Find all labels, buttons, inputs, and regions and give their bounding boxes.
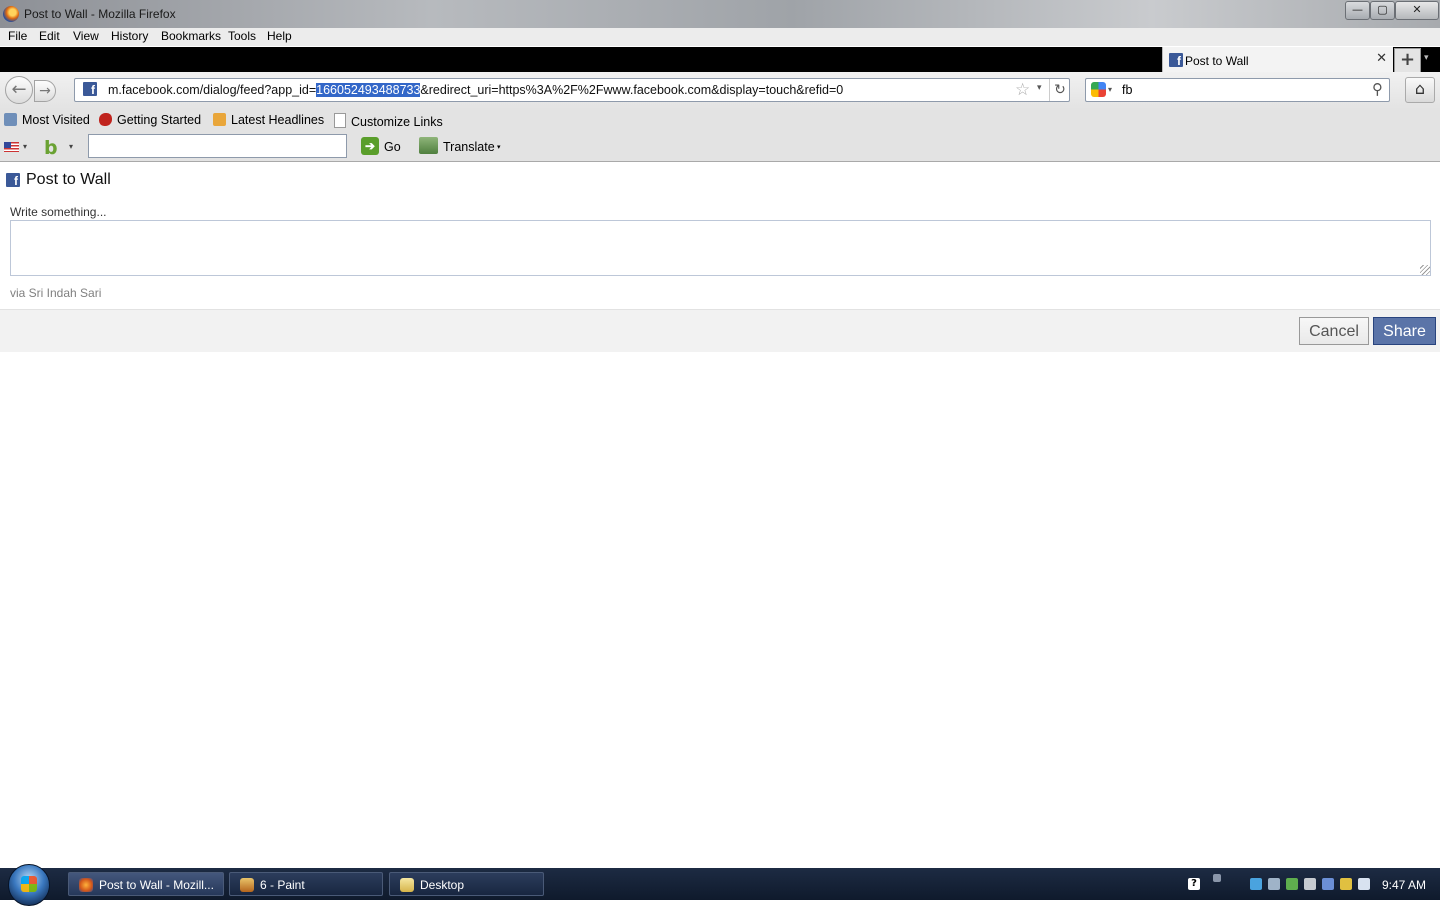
translate-dropdown-icon[interactable]: ▾ <box>497 143 501 151</box>
bookmark-getting-started[interactable]: Getting Started <box>99 113 201 127</box>
navigation-toolbar: ← → f m.facebook.com/dialog/feed?app_id=… <box>0 72 1440 109</box>
translate-icon[interactable] <box>419 137 438 154</box>
dialog-title: Post to Wall <box>26 171 111 188</box>
home-button[interactable]: ⌂ <box>1405 77 1435 103</box>
menu-file[interactable]: File <box>8 29 27 43</box>
post-message-textarea[interactable] <box>10 220 1431 276</box>
taskbar-clock[interactable]: 9:47 AM <box>1382 878 1426 892</box>
reload-icon[interactable]: ↻ <box>1049 79 1070 101</box>
back-arrow-icon: ← <box>11 79 27 100</box>
tab-list-chevron-icon[interactable]: ▾ <box>1424 53 1429 63</box>
toolbar-logo-dropdown-icon[interactable]: ▾ <box>69 142 73 151</box>
firefox-icon <box>3 6 19 22</box>
go-arrow-icon[interactable]: ➔ <box>361 137 379 155</box>
maximize-button[interactable]: ▢ <box>1370 1 1395 20</box>
volume-icon[interactable] <box>1304 878 1316 890</box>
search-bar[interactable]: ▾ fb ⚲ <box>1085 78 1390 102</box>
help-icon[interactable]: ? <box>1188 878 1200 890</box>
rss-feed-icon <box>213 113 226 126</box>
us-flag-icon[interactable] <box>4 142 19 152</box>
site-identity-facebook-icon[interactable]: f <box>83 82 97 97</box>
message-prompt-label: Write something... <box>10 205 107 219</box>
bookmark-star-icon[interactable]: ☆ <box>1015 80 1030 100</box>
forward-arrow-icon: → <box>39 83 51 99</box>
search-engine-dropdown-icon[interactable]: ▾ <box>1108 85 1112 94</box>
close-window-button[interactable]: ✕ <box>1395 1 1439 20</box>
addon-toolbar: ▾ b ▾ ➔ Go Translate ▾ <box>0 133 1440 162</box>
bookmark-label: Most Visited <box>22 113 90 127</box>
share-button[interactable]: Share <box>1373 317 1436 345</box>
google-search-engine-icon[interactable] <box>1091 82 1106 97</box>
menu-tools[interactable]: Tools <box>228 29 256 43</box>
facebook-logo-icon: f <box>6 173 20 188</box>
minimize-button[interactable]: — <box>1345 1 1370 20</box>
toolbar-search-input[interactable] <box>88 134 347 158</box>
home-icon: ⌂ <box>1414 79 1426 98</box>
url-selected-app-id: 166052493488733 <box>316 83 421 97</box>
menu-help[interactable]: Help <box>267 29 292 43</box>
forward-button[interactable]: → <box>34 80 56 102</box>
taskbar-item-label: 6 - Paint <box>260 878 305 892</box>
show-windows-icon[interactable] <box>1213 874 1221 882</box>
tray-app-icon[interactable] <box>1268 878 1280 890</box>
via-app-attribution: via Sri Indah Sari <box>10 286 102 300</box>
page-icon <box>334 113 346 128</box>
go-button[interactable]: Go <box>384 140 401 154</box>
textarea-resize-grip-icon[interactable] <box>1420 265 1430 275</box>
tab-close-icon[interactable]: ✕ <box>1376 51 1387 66</box>
translate-button[interactable]: Translate <box>443 140 495 154</box>
paint-icon <box>240 878 254 892</box>
bookmark-label: Getting Started <box>117 113 202 127</box>
taskbar-item-label: Post to Wall - Mozill... <box>99 878 214 892</box>
firefox-icon <box>79 878 93 892</box>
menu-bar: File Edit View History Bookmarks Tools H… <box>0 28 1440 46</box>
tray-app-icon[interactable] <box>1358 878 1370 890</box>
tab-title: Post to Wall <box>1185 54 1249 68</box>
toolbar-logo-icon[interactable]: b <box>44 137 58 159</box>
search-input[interactable]: fb <box>1122 83 1132 97</box>
back-button[interactable]: ← <box>5 76 33 104</box>
url-history-dropdown-icon[interactable]: ▾ <box>1037 83 1042 93</box>
new-tab-button[interactable]: + <box>1394 48 1421 73</box>
language-dropdown-icon[interactable]: ▾ <box>23 142 27 151</box>
window-title: Post to Wall - Mozilla Firefox <box>24 7 176 21</box>
bookmark-label: Latest Headlines <box>231 113 325 127</box>
menu-history[interactable]: History <box>111 29 148 43</box>
dialog-actions-bar: Cancel Share <box>0 309 1440 352</box>
menu-view[interactable]: View <box>73 29 99 43</box>
facebook-favicon-icon: f <box>1169 53 1183 68</box>
url-prefix: m.facebook.com/dialog/feed?app_id= <box>108 83 317 97</box>
bookmark-label: Customize Links <box>351 115 443 129</box>
window-title-bar[interactable]: Post to Wall - Mozilla Firefox — ▢ ✕ <box>0 0 1440 28</box>
search-magnifier-icon[interactable]: ⚲ <box>1372 80 1383 98</box>
url-suffix: &redirect_uri=https%3A%2F%2Fwww.facebook… <box>420 83 844 97</box>
menu-edit[interactable]: Edit <box>39 29 60 43</box>
bookmarks-toolbar: Most Visited Getting Started Latest Head… <box>0 109 1440 133</box>
menu-bookmarks[interactable]: Bookmarks <box>161 29 221 43</box>
taskbar-item-desktop[interactable]: Desktop <box>389 872 544 896</box>
bookmark-customize-links[interactable]: Customize Links <box>334 113 443 129</box>
windows-taskbar: Post to Wall - Mozill... 6 - Paint Deskt… <box>0 864 1440 906</box>
tab-post-to-wall[interactable]: f Post to Wall ✕ <box>1162 47 1393 72</box>
tab-strip: f Post to Wall ✕ + ▾ <box>0 47 1440 73</box>
cancel-button[interactable]: Cancel <box>1299 317 1369 345</box>
url-text[interactable]: m.facebook.com/dialog/feed?app_id=166052… <box>108 83 843 97</box>
taskbar-item-paint[interactable]: 6 - Paint <box>229 872 383 896</box>
bookmark-latest-headlines[interactable]: Latest Headlines <box>213 113 324 127</box>
taskbar-item-label: Desktop <box>420 878 465 892</box>
taskbar-item-firefox[interactable]: Post to Wall - Mozill... <box>68 872 224 896</box>
page-content: f Post to Wall Write something... via Sr… <box>0 162 1440 868</box>
tray-app-icon[interactable] <box>1322 878 1334 890</box>
network-icon[interactable] <box>1250 878 1262 890</box>
url-bar[interactable]: f m.facebook.com/dialog/feed?app_id=1660… <box>74 78 1070 102</box>
folder-icon <box>400 878 414 892</box>
most-visited-icon <box>4 113 17 126</box>
tray-app-icon[interactable] <box>1340 878 1352 890</box>
bookmark-most-visited[interactable]: Most Visited <box>4 113 90 127</box>
tray-app-icon[interactable] <box>1286 878 1298 890</box>
getting-started-icon <box>99 113 112 126</box>
